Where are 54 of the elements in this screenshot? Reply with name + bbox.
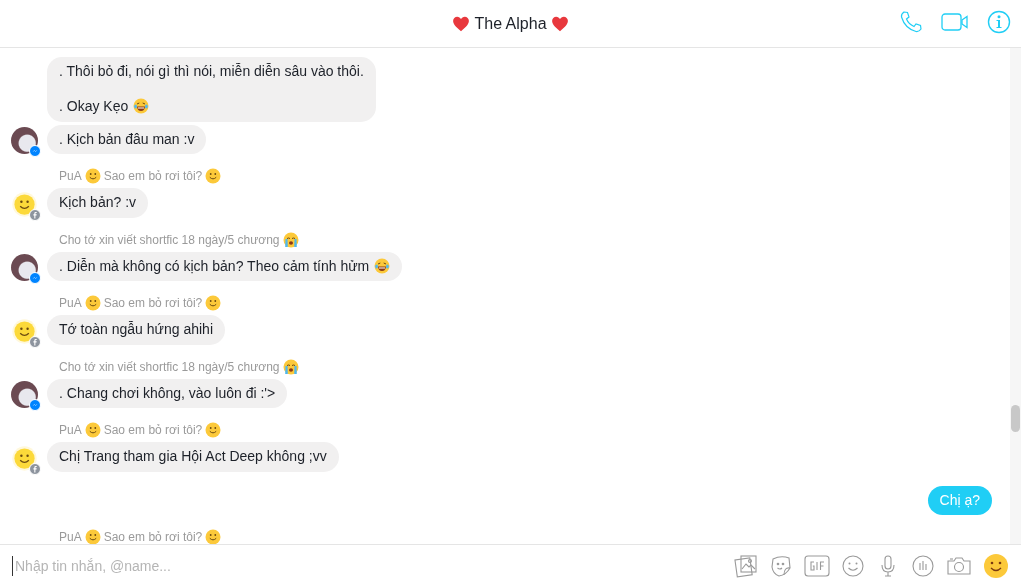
- message-bubble: . Kịch bản đâu man :v: [47, 124, 207, 154]
- message-bubble: Chị ạ?: [927, 485, 992, 515]
- sender-name: PuA: [59, 296, 82, 310]
- scrollbar[interactable]: [1010, 48, 1021, 544]
- smiley-icon: [84, 168, 101, 184]
- chat-title: The Alpha: [474, 14, 547, 33]
- sender-name: PuA: [59, 530, 82, 544]
- smiley-icon: [205, 295, 222, 311]
- image-icon[interactable]: [734, 554, 758, 578]
- sender-name: Sao em bỏ rơi tôi?: [103, 423, 203, 437]
- crying-face-icon: [282, 358, 299, 375]
- smiley-icon[interactable]: [983, 553, 1009, 579]
- smiley-icon: [84, 529, 101, 544]
- laughing-face-icon: [374, 257, 391, 274]
- smiley-avatar: [11, 190, 38, 218]
- messenger-badge-icon: [29, 145, 41, 157]
- smiley-icon: [84, 295, 101, 311]
- camera-icon[interactable]: [946, 554, 972, 578]
- smiley-icon: [205, 529, 222, 544]
- sender-name: PuA: [59, 423, 82, 437]
- message-input[interactable]: Nhập tin nhắn, @name...: [12, 556, 722, 576]
- crying-face-icon: [282, 231, 299, 248]
- smiley-icon: [205, 168, 222, 184]
- heart-icon: [550, 14, 569, 33]
- sticker-icon[interactable]: [769, 554, 793, 578]
- messenger-badge-icon: [29, 399, 41, 411]
- smiley-icon: [84, 422, 101, 438]
- heart-icon: [452, 14, 471, 33]
- smiley-icon: [205, 422, 222, 438]
- smiley-avatar: [11, 444, 38, 472]
- message-bubble: . Chang chơi không, vào luôn đi :'>: [47, 378, 288, 408]
- emoji-icon[interactable]: [841, 554, 865, 578]
- message-bubble: Chị Trang tham gia Hội Act Deep không ;vv: [47, 442, 339, 472]
- message-bubble: . Thôi bỏ đi, nói gì thì nói, miễn diễn sâu vào thôi. . Okay Kẹo: [47, 57, 376, 122]
- info-icon[interactable]: [987, 10, 1011, 34]
- sender-name: PuA: [59, 169, 82, 183]
- gif-icon[interactable]: [804, 554, 830, 578]
- message-bubble: Kịch bản? :v: [47, 188, 149, 218]
- phone-icon[interactable]: [899, 10, 923, 34]
- laughing-face-icon: [133, 98, 150, 114]
- message-bubble: . Diễn mà không có kịch bản? Theo cảm tính hửm: [47, 251, 403, 281]
- sender-name: Cho tớ xin viết shortfic 18 ngày/5 chương: [59, 359, 280, 374]
- messenger-badge-icon: [29, 272, 41, 284]
- smiley-avatar: [11, 317, 38, 345]
- audio-bars-icon[interactable]: [911, 554, 935, 578]
- sender-name: Sao em bỏ rơi tôi?: [103, 169, 203, 183]
- avatar-photo: [11, 381, 38, 408]
- message-bubble: Tớ toàn ngẫu hứng ahihi: [47, 315, 225, 345]
- sender-name: Sao em bỏ rơi tôi?: [103, 530, 203, 544]
- avatar-photo: [11, 254, 38, 281]
- avatar-photo: [11, 127, 38, 154]
- video-camera-icon[interactable]: [941, 13, 969, 31]
- sender-name: Cho tớ xin viết shortfic 18 ngày/5 chương: [59, 232, 280, 247]
- sender-name: Sao em bỏ rơi tôi?: [103, 296, 203, 310]
